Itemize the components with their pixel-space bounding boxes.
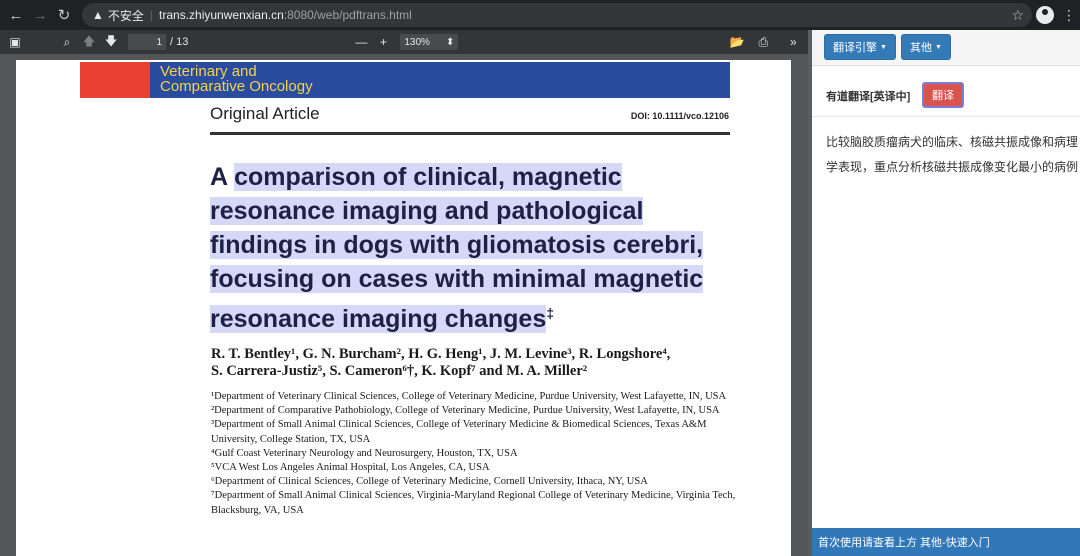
address-separator: |	[149, 8, 154, 22]
reload-button[interactable]: ↻	[52, 3, 76, 27]
pdf-toolbar: ▣ ⌕ 🡅 🡇 / 13 — + 130% ⬍ 📂 ⎙ »	[0, 30, 808, 54]
engine-label: 有道翻译[英译中]	[826, 91, 911, 103]
translate-button[interactable]: 翻译	[922, 82, 964, 108]
affiliation-item: ²Department of Comparative Pathobiology,…	[211, 405, 720, 417]
profile-avatar-icon[interactable]	[1036, 6, 1054, 24]
doi: DOI: 10.1111/vco.12106	[630, 111, 729, 121]
back-button[interactable]: ←	[4, 3, 28, 27]
other-button-label: 其他	[910, 42, 933, 54]
translation-panel: 翻译引擎 ▼ 其他 ▼ 有道翻译[英译中] 翻译 比较脑胶质瘤病犬的临床、核磁共振成…	[808, 30, 1080, 556]
more-tools-icon[interactable]: »	[782, 31, 804, 53]
zoom-caret-icon: ⬍	[445, 36, 455, 48]
forward-button[interactable]: →	[28, 3, 52, 27]
insecure-label[interactable]: 不安全	[108, 7, 144, 24]
affiliation-item: ⁷Department of Small Animal Clinical Sci…	[211, 490, 736, 516]
caret-down-icon: ▼	[935, 43, 942, 51]
sidebar-toggle-icon[interactable]: ▣	[4, 31, 26, 53]
authors-line1: R. T. Bentley¹, G. N. Burcham², H. G. He…	[211, 346, 671, 362]
print-icon[interactable]: ⎙	[752, 31, 774, 53]
zoom-value: 130%	[404, 36, 430, 48]
url-host: trans.zhiyunwenxian.cn	[159, 8, 284, 22]
affiliation-item: ⁶Department of Clinical Sciences, Colleg…	[211, 476, 648, 488]
page-number-input[interactable]	[128, 34, 166, 50]
journal-banner: Veterinary and Comparative Oncology	[150, 62, 730, 98]
journal-name: Veterinary and Comparative Oncology	[160, 64, 313, 94]
pdf-page: Veterinary and Comparative Oncology Orig…	[16, 60, 791, 556]
pdf-viewer: ▣ ⌕ 🡅 🡇 / 13 — + 130% ⬍ 📂 ⎙ » Veterinary…	[0, 30, 808, 556]
bookmark-star-icon[interactable]: ☆	[1011, 7, 1024, 24]
open-file-icon[interactable]: 📂	[726, 31, 748, 53]
page-total: / 13	[170, 36, 189, 48]
zoom-in-button[interactable]: +	[372, 31, 394, 53]
affiliation-item: ³Department of Small Animal Clinical Sci…	[211, 419, 707, 445]
warning-icon[interactable]: ▲	[92, 8, 104, 22]
panel-toolbar: 翻译引擎 ▼ 其他 ▼	[812, 30, 1080, 66]
article-type: Original Article	[210, 104, 320, 123]
forward-arrow-icon: →	[32, 6, 48, 24]
translation-engine-button[interactable]: 翻译引擎 ▼	[824, 34, 896, 60]
title-mark: ‡	[546, 305, 555, 321]
title-first-word: A	[210, 163, 235, 191]
title-selected-text[interactable]: comparison of clinical, magnetic resonan…	[210, 163, 704, 334]
engine-button-label: 翻译引擎	[833, 42, 878, 54]
reload-icon: ↻	[57, 7, 71, 24]
journal-name-line1: Veterinary and	[160, 63, 257, 80]
affiliation-item: ¹Department of Veterinary Clinical Scien…	[211, 391, 727, 402]
next-page-icon[interactable]: 🡇	[100, 31, 122, 53]
help-footer[interactable]: 首次使用请查看上方 其他-快速入门	[812, 528, 1080, 556]
journal-name-line2: Comparative Oncology	[160, 78, 313, 95]
zoom-out-button[interactable]: —	[350, 31, 372, 53]
author-list: R. T. Bentley¹, G. N. Burcham², H. G. He…	[211, 346, 751, 380]
url-path: :8080/web/pdftrans.html	[283, 8, 412, 22]
affiliations: ¹Department of Veterinary Clinical Scien…	[211, 390, 741, 518]
affiliation-item: ⁴Gulf Coast Veterinary Neurology and Neu…	[211, 447, 518, 459]
address-bar[interactable]: ▲ 不安全 | trans.zhiyunwenxian.cn:8080/web/…	[82, 3, 1032, 27]
authors-line2: S. Carrera-Justiz⁵, S. Cameron⁶†, K. Kop…	[211, 363, 588, 379]
translation-result: 比较脑胶质瘤病犬的临床、核磁共振成像和病理学表现，重点分析核磁共振成像变化最小的…	[826, 135, 1079, 174]
panel-divider	[812, 116, 1080, 117]
article-title[interactable]: A comparison of clinical, magnetic reson…	[210, 160, 740, 336]
back-arrow-icon: ←	[8, 6, 24, 24]
search-icon[interactable]: ⌕	[56, 31, 78, 53]
journal-red-block	[80, 62, 150, 98]
browser-chrome: ← → ↻ ▲ 不安全 | trans.zhiyunwenxian.cn:808…	[0, 0, 1080, 30]
caret-down-icon: ▼	[880, 43, 887, 51]
browser-menu-icon[interactable]: ⋮	[1062, 7, 1076, 24]
other-menu-button[interactable]: 其他 ▼	[901, 34, 951, 60]
previous-page-icon[interactable]: 🡅	[78, 31, 100, 53]
zoom-select[interactable]: 130% ⬍	[400, 34, 459, 50]
affiliation-item: ⁵VCA West Los Angeles Animal Hospital, L…	[211, 462, 490, 474]
header-rule	[210, 132, 730, 135]
